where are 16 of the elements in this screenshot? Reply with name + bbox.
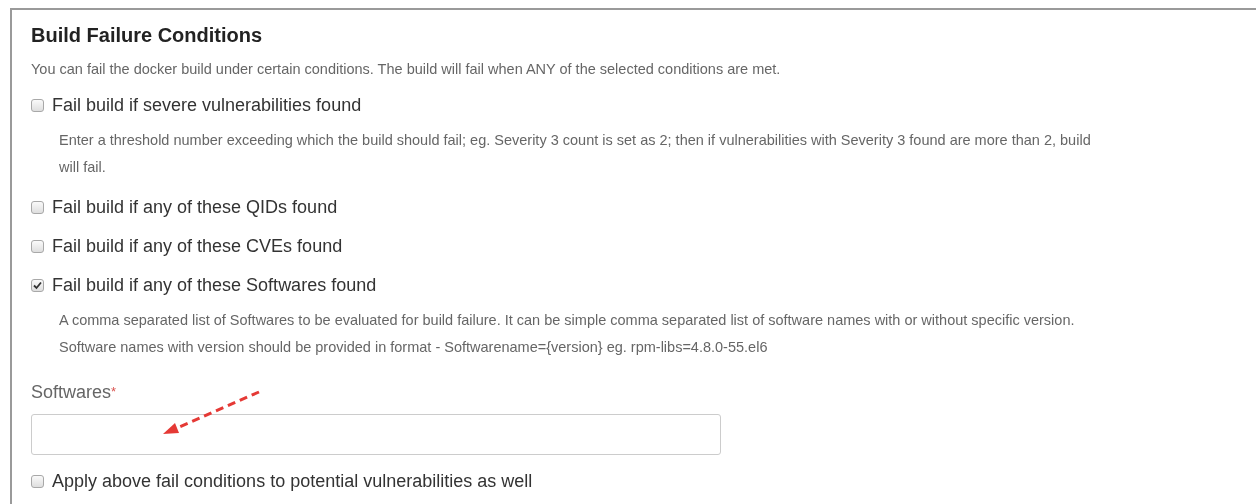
checkbox[interactable] bbox=[31, 98, 44, 112]
help-text: A comma separated list of Softwares to be evaluated for build failure. It can be simple comma separated list of software names with or without specific version. Software names with version should be provided in format - Softwarename={version} eg. rpm-libs=4.8.0-55.el6 bbox=[59, 311, 1076, 357]
checkbox-label[interactable]: Apply above fail conditions to potential vulnerabilities as well bbox=[52, 468, 533, 494]
checkbox-label[interactable]: Fail build if severe vulnerabilities found bbox=[52, 92, 362, 118]
checkbox-label[interactable]: Fail build if any of these QIDs found bbox=[52, 194, 338, 220]
help-text: Enter a threshold number exceeding which the build should fail; eg. Severity 3 count is set as 2; then if vulnerabilities with Severity 3 found are more than 2, build will fail. bbox=[59, 131, 1092, 177]
checkbox[interactable] bbox=[31, 239, 44, 253]
checkbox[interactable] bbox=[31, 278, 44, 292]
field-label: Softwares* bbox=[31, 382, 117, 402]
softwares-input-field[interactable] bbox=[31, 414, 721, 455]
checkbox[interactable] bbox=[31, 200, 44, 214]
checkbox-label[interactable]: Fail build if any of these CVEs found bbox=[52, 233, 343, 259]
checkbox[interactable] bbox=[31, 474, 44, 488]
section-description: You can fail the docker build under certain conditions. The build will fail when ANY of the selected conditions are met. bbox=[31, 60, 782, 79]
checkbox-label[interactable]: Fail build if any of these Softwares found bbox=[52, 272, 377, 298]
section-title: Build Failure Conditions bbox=[31, 23, 264, 48]
